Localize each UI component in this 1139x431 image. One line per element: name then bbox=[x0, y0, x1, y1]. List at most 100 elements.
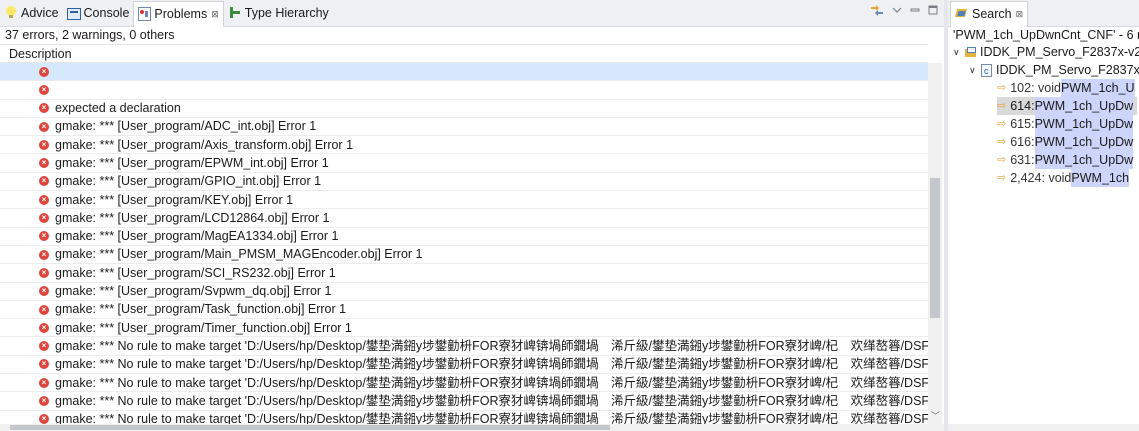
problem-row[interactable]: × gmake: *** [User_program/Svpwm_dq.obj] … bbox=[0, 283, 928, 301]
problem-text: gmake: *** [User_program/Main_PMSM_MAGEn… bbox=[55, 247, 423, 262]
problem-text: gmake: *** No rule to make target 'D:/Us… bbox=[55, 393, 928, 408]
project-name: IDDK_PM_Servo_F2837x-v2 bbox=[980, 45, 1139, 59]
problem-row[interactable]: × gmake: *** [User_program/Timer_function… bbox=[0, 319, 928, 338]
horizontal-scrollbar[interactable] bbox=[948, 424, 1139, 431]
error-icon: × bbox=[39, 359, 49, 370]
tab-search-label: Search bbox=[972, 7, 1012, 21]
problem-row[interactable]: × gmake: *** [User_program/SCI_RS232.obj]… bbox=[0, 264, 928, 283]
problem-text: gmake: *** [User_program/LCD12864.obj] E… bbox=[55, 210, 330, 225]
chevron-down-icon[interactable]: ∨ bbox=[953, 43, 963, 61]
chevron-down-icon[interactable]: ∨ bbox=[969, 61, 979, 79]
view-toolbar bbox=[870, 4, 938, 16]
problem-row[interactable]: × gmake: *** No rule to make target 'D:/U… bbox=[0, 337, 928, 356]
close-tab-icon[interactable]: ⊠ bbox=[1016, 9, 1024, 20]
problem-row[interactable]: × gmake: *** No rule to make target 'D:/U… bbox=[0, 374, 928, 393]
search-result-title: 'PWM_1ch_UpDwnCnt_CNF' - 6 r bbox=[953, 28, 1139, 42]
search-match[interactable]: ⇨ 631: PWM_1ch_UpDw bbox=[997, 151, 1134, 169]
match-highlight: PWM_1ch bbox=[1071, 169, 1130, 187]
match-prefix: 614: bbox=[1010, 99, 1035, 113]
match-arrow-icon: ⇨ bbox=[997, 154, 1007, 166]
problem-text: gmake: *** No rule to make target 'D:/Us… bbox=[55, 375, 928, 390]
project-icon bbox=[965, 47, 977, 57]
right-view-tabbar: Search ⊠ bbox=[948, 0, 1139, 27]
problems-icon bbox=[138, 7, 152, 21]
error-icon: × bbox=[39, 231, 49, 242]
error-icon: × bbox=[39, 158, 49, 169]
console-icon bbox=[66, 7, 81, 20]
problem-text: gmake: *** No rule to make target 'D:/Us… bbox=[55, 357, 928, 372]
problem-row[interactable]: × gmake: *** [User_program/MagEA1334.obj]… bbox=[0, 228, 928, 246]
tab-search[interactable]: Search ⊠ bbox=[950, 0, 1029, 27]
problem-row[interactable]: × bbox=[0, 81, 928, 100]
tab-problems-label: Problems bbox=[154, 7, 208, 21]
search-match[interactable]: ⇨ 614: PWM_1ch_UpDw bbox=[997, 97, 1138, 115]
error-icon: × bbox=[39, 121, 49, 132]
search-match[interactable]: ⇨ 616: PWM_1ch_UpDw bbox=[997, 133, 1134, 151]
tab-advice-label: Advice bbox=[21, 6, 59, 20]
search-match[interactable]: ⇨ 615: PWM_1ch_UpDw bbox=[997, 115, 1134, 133]
scroll-down-arrow-icon[interactable]: ﹀ bbox=[931, 409, 940, 422]
match-arrow-icon: ⇨ bbox=[997, 82, 1007, 94]
search-icon bbox=[955, 7, 969, 21]
problem-row[interactable]: × gmake: *** [User_program/Axis_transform… bbox=[0, 136, 928, 155]
problem-row[interactable]: × gmake: *** [User_program/LCD12864.obj] … bbox=[0, 209, 928, 228]
close-tab-icon[interactable]: ⊠ bbox=[211, 9, 219, 20]
problem-text: gmake: *** [User_program/SCI_RS232.obj] … bbox=[55, 265, 336, 280]
problem-row[interactable]: × gmake: *** [User_program/EPWM_int.obj] … bbox=[0, 154, 928, 173]
chevron-down-icon[interactable] bbox=[892, 5, 902, 15]
problem-row[interactable]: × gmake: *** No rule to make target 'D:/U… bbox=[0, 411, 928, 424]
tab-type-hierarchy-label: Type Hierarchy bbox=[244, 6, 329, 20]
problem-row[interactable]: × gmake: *** No rule to make target 'D:/U… bbox=[0, 356, 928, 375]
vertical-scrollbar[interactable]: ﹀ bbox=[928, 63, 942, 424]
error-icon: × bbox=[39, 66, 49, 77]
problem-row[interactable]: × gmake: *** [User_program/Main_PMSM_MAGE… bbox=[0, 246, 928, 265]
tab-problems[interactable]: Problems ⊠ bbox=[133, 0, 224, 27]
problem-row[interactable]: × gmake: *** [User_program/KEY.obj] Error… bbox=[0, 191, 928, 210]
problem-row[interactable]: × bbox=[0, 63, 928, 82]
scrollbar-thumb[interactable] bbox=[930, 178, 940, 318]
search-match[interactable]: ⇨ 2,424: void PWM_1ch bbox=[997, 169, 1130, 187]
problem-text: gmake: *** [User_program/ADC_int.obj] Er… bbox=[55, 119, 317, 134]
search-view: Search ⊠ 'PWM_1ch_UpDwnCnt_CNF' - 6 r ∨ … bbox=[948, 0, 1139, 431]
lightbulb-icon bbox=[4, 6, 18, 20]
tab-advice[interactable]: Advice bbox=[0, 0, 63, 26]
problem-text: gmake: *** [User_program/KEY.obj] Error … bbox=[55, 192, 294, 207]
scrollbar-thumb[interactable] bbox=[10, 425, 610, 430]
problem-row[interactable]: × expected a declaration bbox=[0, 100, 928, 118]
c-file-icon bbox=[981, 62, 992, 80]
view-menu-arrows-icon[interactable] bbox=[870, 4, 884, 16]
horizontal-scrollbar[interactable] bbox=[0, 424, 944, 431]
problems-list: × × × expected a declaration × gmake: *** … bbox=[0, 63, 928, 424]
problem-row[interactable]: × gmake: *** [User_program/ADC_int.obj] E… bbox=[0, 118, 928, 137]
error-icon: × bbox=[39, 304, 49, 315]
column-header-description[interactable]: Description bbox=[0, 44, 928, 63]
maximize-icon[interactable] bbox=[928, 5, 938, 15]
error-icon: × bbox=[39, 286, 49, 297]
tab-console[interactable]: Console bbox=[63, 0, 134, 26]
tab-type-hierarchy[interactable]: Type Hierarchy bbox=[224, 0, 333, 26]
problem-row[interactable]: × gmake: *** [User_program/Task_function.… bbox=[0, 301, 928, 320]
error-icon: × bbox=[39, 395, 49, 406]
problem-text: gmake: *** No rule to make target 'D:/Us… bbox=[55, 338, 928, 353]
tree-project-node[interactable]: ∨ IDDK_PM_Servo_F2837x-v2 bbox=[953, 43, 1139, 61]
problem-text: gmake: *** [User_program/MagEA1334.obj] … bbox=[55, 229, 339, 244]
error-icon: × bbox=[39, 267, 49, 278]
problem-text: gmake: *** [User_program/Svpwm_dq.obj] E… bbox=[55, 284, 332, 299]
tree-file-node[interactable]: ∨ IDDK_PM_Servo_F2837x bbox=[969, 61, 1139, 80]
search-match[interactable]: ⇨ 102: void PWM_1ch_U bbox=[997, 79, 1135, 97]
match-prefix: 102: void bbox=[1010, 81, 1061, 95]
problem-row[interactable]: × gmake: *** [User_program/GPIO_int.obj] … bbox=[0, 173, 928, 192]
error-icon: × bbox=[39, 249, 49, 260]
error-icon: × bbox=[39, 341, 49, 352]
match-highlight: PWM_1ch_UpDw bbox=[1034, 151, 1134, 169]
error-icon: × bbox=[39, 103, 49, 114]
minimize-icon[interactable] bbox=[910, 5, 920, 15]
match-highlight: PWM_1ch_UpDw bbox=[1034, 115, 1134, 133]
problem-text: gmake: *** [User_program/EPWM_int.obj] E… bbox=[55, 155, 329, 170]
match-prefix: 615: bbox=[1010, 117, 1035, 131]
problem-row[interactable]: × gmake: *** No rule to make target 'D:/U… bbox=[0, 392, 928, 411]
error-icon: × bbox=[39, 139, 49, 150]
error-icon: × bbox=[39, 213, 49, 224]
problem-text: gmake: *** [User_program/Task_function.o… bbox=[55, 302, 347, 317]
error-icon: × bbox=[39, 176, 49, 187]
